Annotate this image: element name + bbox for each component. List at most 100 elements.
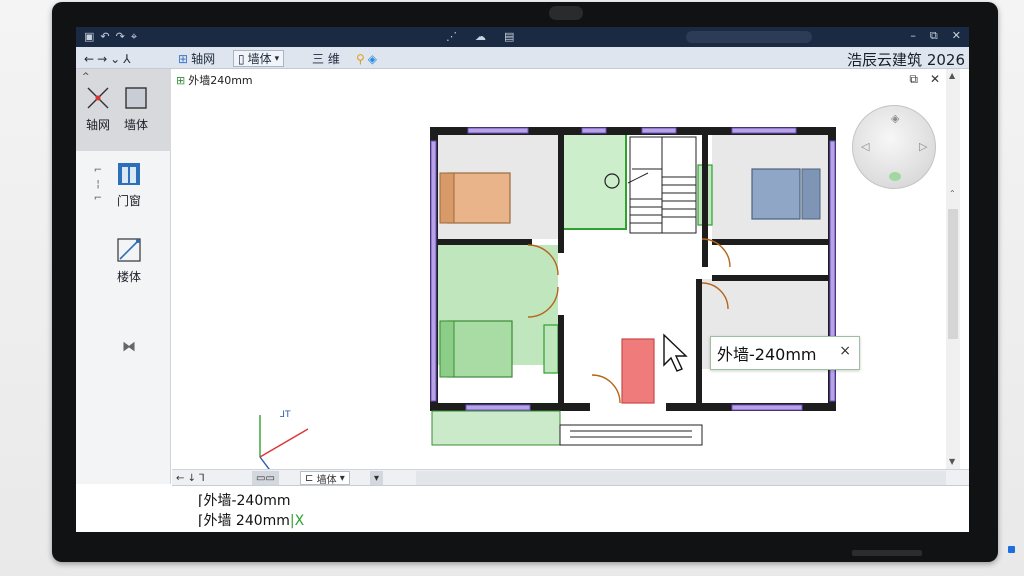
layers-icon[interactable]: ◈ [368,52,377,66]
left-tool-panel: ^ 轴网 墙体 ⌐ ¦ ⌐ 门窗 楼体 ⧓ [76,69,171,484]
ucs-axis-icon [259,415,309,469]
title-center-icons: ⋰ ☁ ▤ [446,30,514,43]
floor-plan: ⅃T [259,127,836,469]
entry-steps [559,424,703,446]
view-icon: ▭▭ [256,472,275,484]
select-icon[interactable]: ⅄ [123,52,130,66]
nav-up-icon[interactable]: ◈ [891,112,899,125]
tab-wall[interactable]: ▯ 墙体 ▾ [233,50,285,67]
navigation-wheel[interactable]: ◈ ◁ ▷ [852,105,936,189]
entrance-door-highlight [621,338,655,404]
status-r-icon[interactable]: ⅂ [199,473,205,484]
command-line[interactable]: ⌈外墙-240mm ⌈外墙 240mm|X [172,485,969,532]
tool-door-window[interactable]: 门窗 [109,161,149,209]
nav-home-icon[interactable] [889,172,901,181]
dropdown-arrow-icon: ▾ [374,472,380,484]
webcam [549,6,583,20]
status-bar: ← ↓ ⅂ ▭▭ ⊏ 墙体 ▾ ▾ [172,469,969,486]
axis-tool-icon [87,87,109,109]
wall-icon: ▯ [238,51,245,66]
wall-tool-icon [125,87,147,109]
wardrobe-green-2 [543,324,559,374]
share-icon[interactable]: ⋰ [446,30,457,43]
status-left-icon[interactable]: ← [176,473,184,484]
ribbon-bar: ← → ⌄ ⅄ ⊞ 轴网 ▯ 墙体 ▾ 三 维 ⚲ ◈ 浩辰云建筑 2026 [76,47,969,69]
porch [431,410,561,446]
scroll-mid-up-icon[interactable]: ⌃ [949,189,956,198]
close-window-icon[interactable]: ✕ [952,29,961,43]
status-down-icon[interactable]: ↓ [188,473,196,484]
tool-split[interactable]: ⧓ [109,339,149,355]
vertical-scrollbar[interactable]: ▲ ⌃ ▼ [946,69,960,469]
back-icon[interactable]: ← [84,52,94,66]
input-caret-icon: |X [289,513,305,529]
collapse-icon[interactable]: ^ [82,72,90,82]
grid-axis-icon: ⊞ [178,51,189,66]
layout-icon[interactable]: ▤ [504,30,514,43]
search-tool-icon[interactable]: ⚲ [356,52,365,66]
title-bar: ▣ ↶ ↷ ⌖ ⋰ ☁ ▤ – ⧉ ✕ [76,27,969,47]
tool-stair[interactable]: 楼体 [109,237,149,285]
nav-left-icon[interactable]: ◁ [861,140,869,153]
bed-green [447,320,513,378]
minimize-icon[interactable]: – [910,29,916,43]
tab-axis-grid[interactable]: ⊞ 轴网 [178,50,215,67]
tool-wall[interactable]: 墙体 [116,85,156,133]
app-name: 浩辰云建筑 2026 [847,51,965,69]
bed-blue-head [801,168,821,220]
ucs-label: ⅃T [279,410,291,420]
layer-select-label: 墙体 [316,474,337,486]
chevron-down-icon: ▾ [274,53,280,64]
3d-button-label: 三 维 [312,52,340,66]
screen: ▣ ↶ ↷ ⌖ ⋰ ☁ ▤ – ⧉ ✕ ← → ⌄ ⅄ ⊞ 轴网 ▯ 墙体 ▾ … [76,27,969,532]
layer-select[interactable]: ⊏ 墙体 ▾ [300,471,350,486]
door-window-icon [118,163,140,185]
horizontal-scrollbar[interactable] [416,471,946,485]
layer-icon: ⊏ [305,472,314,484]
cloud-icon[interactable]: ☁ [475,30,486,43]
scroll-down-icon[interactable]: ▼ [949,457,955,466]
tool-axis[interactable]: 轴网 [78,85,118,133]
dropdown-icon[interactable]: ⌄ [110,52,120,66]
monitor-logo [852,550,922,556]
tool-door-window-label: 门窗 [116,194,141,208]
restore-icon[interactable]: ⧉ [930,29,938,43]
tool-stair-label: 楼体 [116,270,141,284]
stair-tool-icon [117,238,141,262]
command-line-2-text: 外墙 240mm [203,513,290,529]
status-view-toggle[interactable]: ▭▭ [252,471,279,485]
chevron-down-icon: ▾ [339,472,345,484]
bed-blue [751,168,801,220]
pin-icon[interactable]: ⌖ [131,30,137,44]
drawing-canvas[interactable]: ⊞ 外墙240mm ⧉ ✕ ⅃T ◈ ◁ ▷ 外墙-240mm × ▲ ⌃ ▼ [172,69,960,469]
command-line-1: ⌈外墙-240mm [198,493,291,509]
bed-orange [447,172,511,224]
3d-button[interactable]: 三 维 [312,50,340,67]
forward-icon[interactable]: → [97,52,107,66]
tool-group-active: ^ 轴网 墙体 [76,69,171,151]
scroll-up-icon[interactable]: ▲ [949,71,955,80]
command-line-1-text: 外墙-240mm [203,493,291,509]
tab-wall-label: 墙体 [247,52,272,66]
scrollbar-thumb[interactable] [948,209,958,339]
status-nav-icons: ← ↓ ⅂ [172,471,209,485]
tool-axis-label: 轴网 [85,118,110,132]
undo-icon[interactable]: ↶ [100,30,109,44]
nav-right-icon[interactable]: ▷ [919,140,927,153]
tab-axis-grid-label: 轴网 [191,52,216,66]
tool-wall-label: 墙体 [123,118,148,132]
tooltip-text: 外墙-240mm [717,345,817,364]
quick-access-toolbar: ▣ ↶ ↷ ⌖ [84,30,137,44]
ribbon-tool-icons: ⚲ ◈ [356,50,377,67]
layer-dropdown-button[interactable]: ▾ [370,471,384,485]
tooltip-close-icon[interactable]: × [839,343,851,359]
split-icon: ⧓ [122,339,136,355]
command-line-2: ⌈外墙 240mm|X [198,513,305,529]
wall-tooltip: 外墙-240mm × [710,336,860,370]
bed-green-head [439,320,455,378]
window-controls: – ⧉ ✕ [910,29,961,43]
ribbon-nav-icons: ← → ⌄ ⅄ [84,50,131,67]
redo-icon[interactable]: ↷ [116,30,125,44]
app-menu-icon[interactable]: ▣ [84,30,94,44]
search-box[interactable] [686,31,812,43]
